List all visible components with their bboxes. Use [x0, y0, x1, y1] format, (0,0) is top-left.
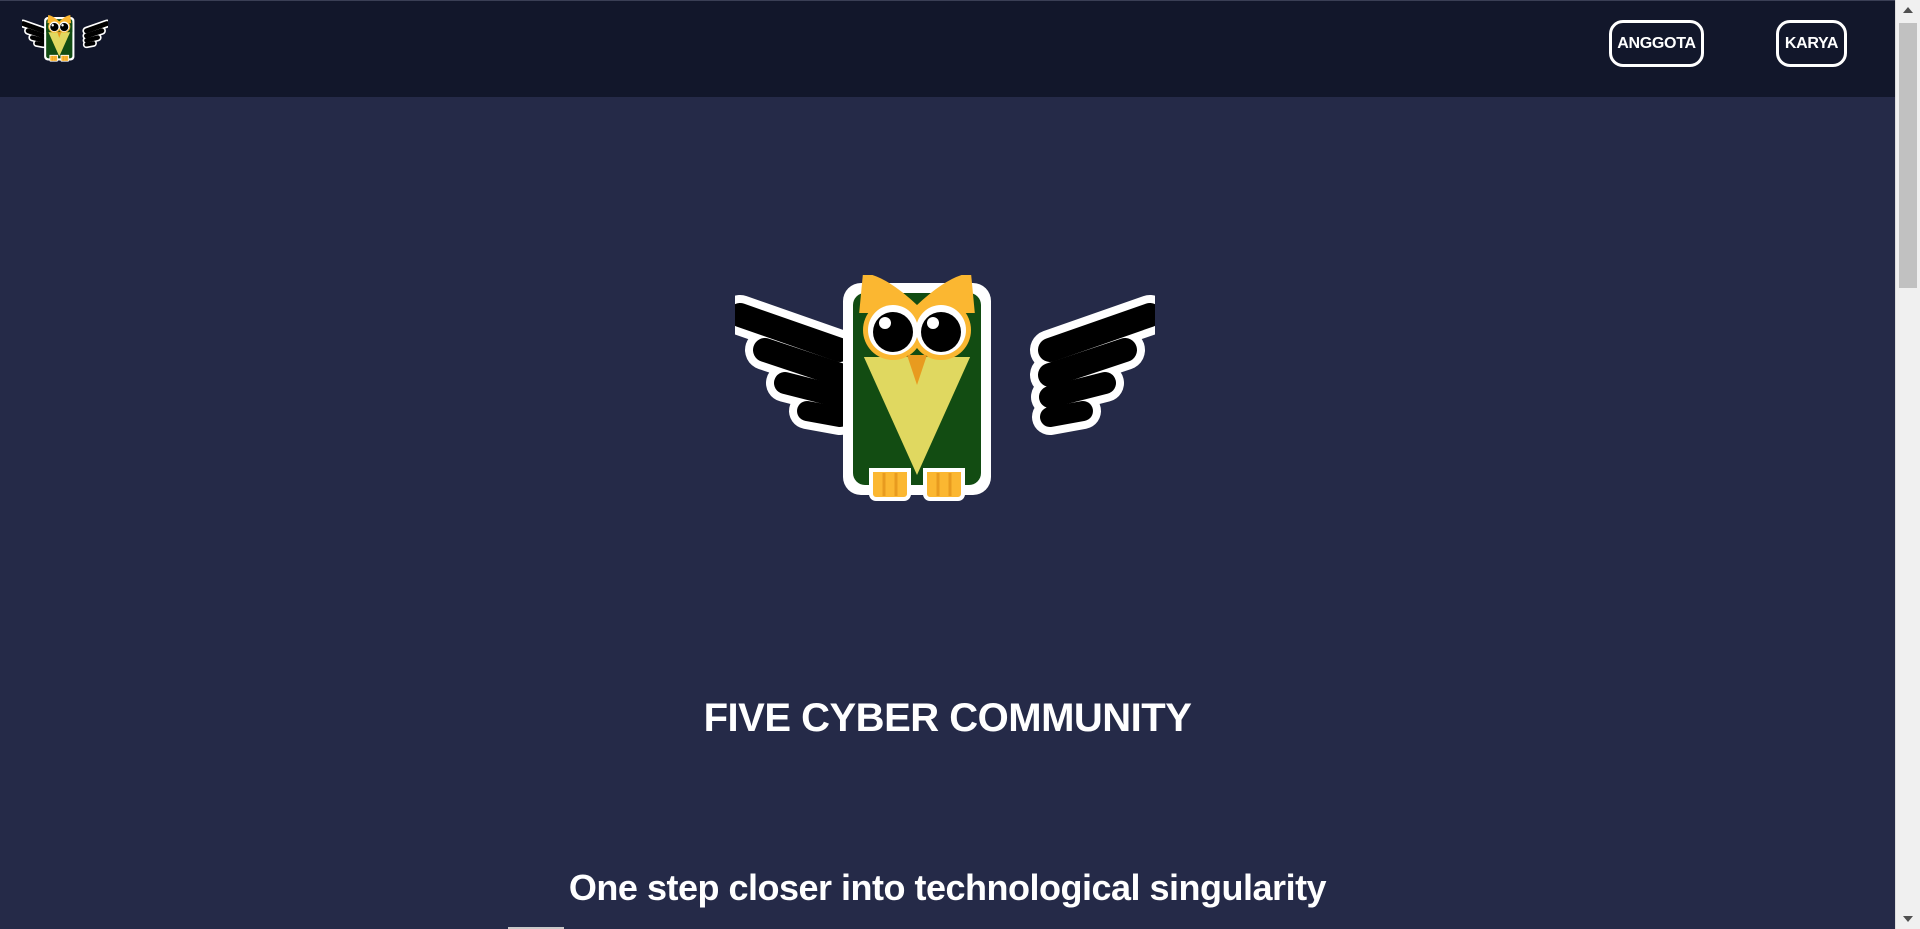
scroll-up-icon[interactable] [1903, 7, 1913, 13]
vertical-scrollbar[interactable] [1895, 0, 1920, 929]
hero-tagline: One step closer into technological singu… [568, 867, 1327, 908]
navbar: ANGGOTA KARYA [0, 0, 1895, 97]
scroll-down-icon[interactable] [1903, 916, 1913, 922]
karya-button[interactable]: KARYA [1776, 20, 1847, 67]
owl-mascot-icon [735, 275, 1155, 507]
scrollbar-thumb[interactable] [1899, 23, 1917, 288]
page: ANGGOTA KARYA FIVE CYBER COMMUNITY One s… [0, 0, 1895, 929]
owl-logo-icon[interactable] [22, 15, 108, 67]
anggota-button[interactable]: ANGGOTA [1609, 20, 1704, 67]
hero-title: FIVE CYBER COMMUNITY [703, 696, 1192, 740]
